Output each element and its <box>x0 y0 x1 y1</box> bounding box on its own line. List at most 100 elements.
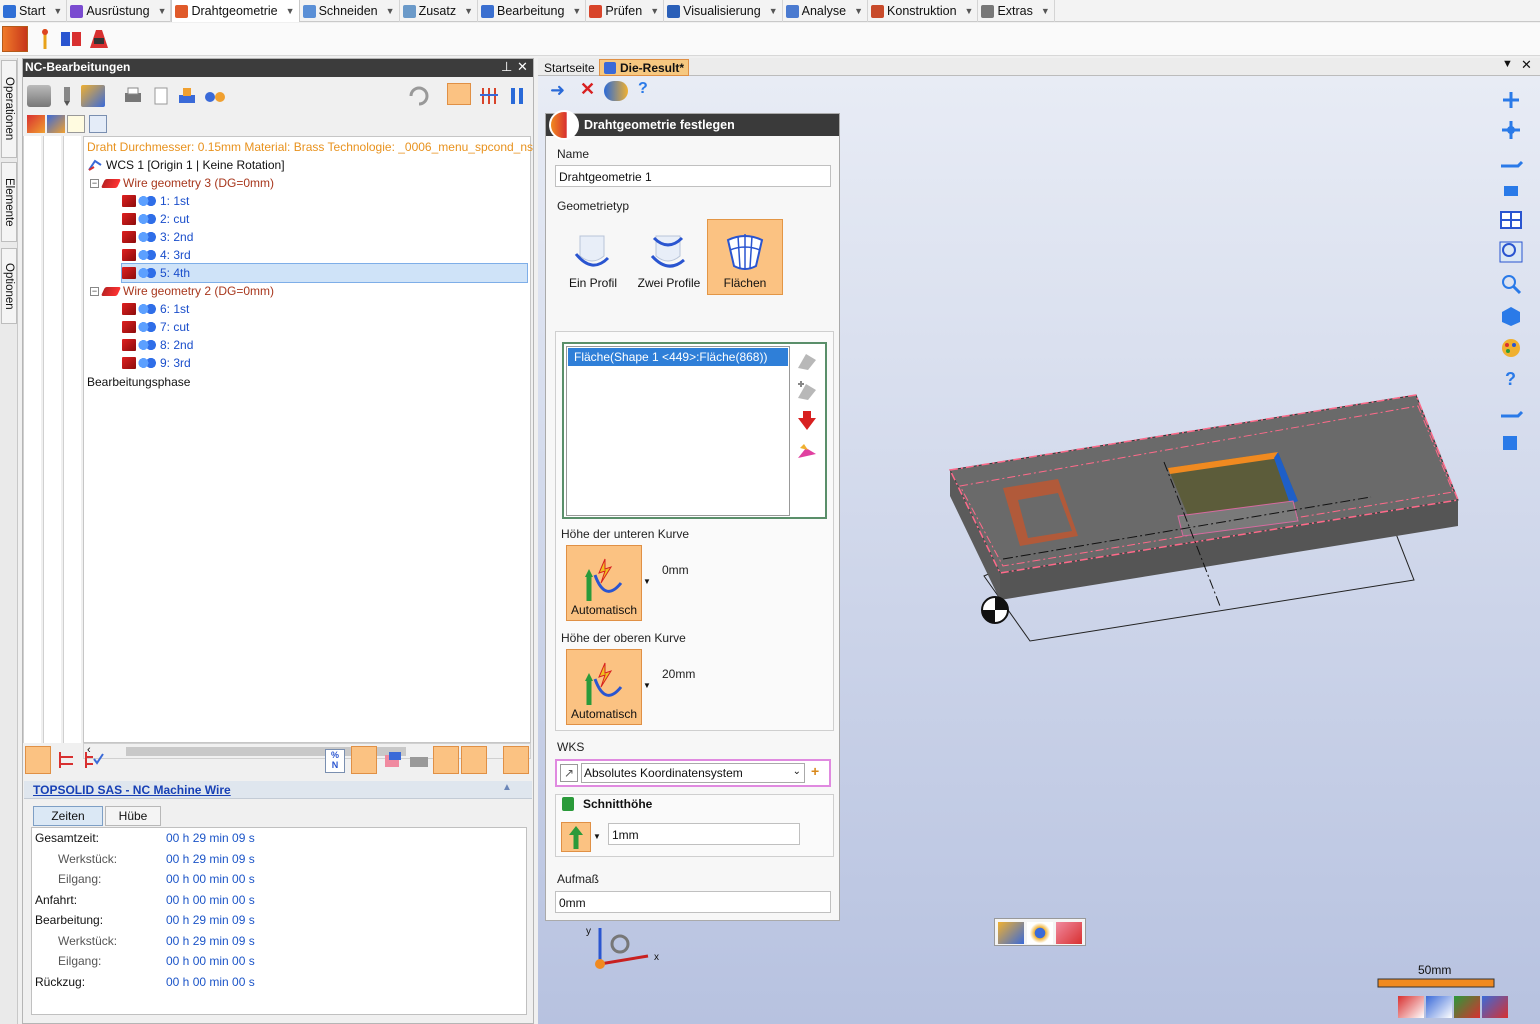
chevron-down-icon[interactable]: ▼ <box>464 6 473 16</box>
allowance-input[interactable]: 0mm <box>555 891 831 913</box>
tree-wcs-node[interactable]: WCS 1 [Origin 1 | Keine Rotation] <box>87 156 285 174</box>
add-point-icon[interactable] <box>1498 88 1524 112</box>
zoom-icon[interactable] <box>1498 272 1524 296</box>
select-face-icon[interactable] <box>794 348 820 374</box>
snapshot-icon[interactable] <box>1398 996 1424 1018</box>
upper-curve-dropdown-icon[interactable]: ▼ <box>643 681 651 690</box>
machine-icon[interactable] <box>27 85 51 107</box>
tab-startseite[interactable]: Startseite <box>540 59 600 76</box>
face-magic-icon[interactable] <box>794 440 820 466</box>
binocular-view-icon[interactable] <box>1426 996 1452 1018</box>
tree-operation-node[interactable]: 8: 2nd <box>122 336 193 354</box>
list-icon[interactable] <box>67 115 85 133</box>
help-icon[interactable]: ? <box>1498 366 1524 390</box>
chevron-down-icon[interactable]: ▼ <box>965 6 974 16</box>
percent-icon[interactable]: % N <box>325 749 345 773</box>
layout-icon[interactable] <box>1498 208 1524 232</box>
ribbon-tab-prüfen[interactable]: Prüfen ▼ <box>586 0 665 22</box>
chevron-down-icon[interactable]: ▼ <box>572 6 581 16</box>
pin-icon[interactable]: ⊥ <box>501 59 512 75</box>
tree-operation-node[interactable]: 2: cut <box>122 210 189 228</box>
side-tab-optionen[interactable]: Optionen <box>1 248 17 324</box>
chevron-down-icon[interactable]: ▼ <box>769 6 778 16</box>
simulation-icon[interactable] <box>203 85 227 107</box>
ok-arrow-icon[interactable]: ➜ <box>550 80 565 101</box>
ribbon-tab-analyse[interactable]: Analyse ▼ <box>783 0 869 22</box>
collapse-icon[interactable]: − <box>90 286 99 296</box>
display-path-icon[interactable] <box>351 746 377 774</box>
add-wks-icon[interactable]: + <box>811 763 819 779</box>
wire-geometry-icon[interactable] <box>2 26 28 52</box>
chevron-down-icon[interactable]: ▼ <box>650 6 659 16</box>
view-mode-shaded-icon[interactable] <box>998 922 1024 944</box>
close-icon[interactable]: ✕ <box>517 59 528 75</box>
apply-icon[interactable] <box>604 81 628 101</box>
ribbon-tab-konstruktion[interactable]: Konstruktion ▼ <box>868 0 979 22</box>
part-icon[interactable] <box>407 749 431 771</box>
wire-path-icon[interactable] <box>461 746 487 774</box>
tab-list-icon[interactable]: ▼ <box>1502 58 1513 70</box>
align-icon[interactable] <box>1498 148 1524 172</box>
side-tab-operationen[interactable]: Operationen <box>1 60 17 158</box>
cut-height-input[interactable]: 1mm <box>608 823 800 845</box>
remove-face-icon[interactable] <box>794 408 820 434</box>
move-icon[interactable] <box>1498 118 1524 142</box>
tree-collapse-icon[interactable] <box>55 749 79 771</box>
chevron-down-icon[interactable]: ▼ <box>53 6 62 16</box>
name-input[interactable]: Drahtgeometrie 1 <box>555 165 831 187</box>
cut-height-mode-button[interactable] <box>561 822 591 852</box>
chevron-down-icon[interactable]: ▼ <box>386 6 395 16</box>
view-mode-section-icon[interactable] <box>1056 922 1082 944</box>
tree-check-icon[interactable] <box>81 749 105 771</box>
tree-operation-node[interactable]: 4: 3rd <box>122 246 191 264</box>
chevron-down-icon[interactable]: ▼ <box>286 6 295 16</box>
chevron-down-icon[interactable]: ▼ <box>158 6 167 16</box>
operation-group-icon[interactable] <box>47 115 65 133</box>
wire-taper-icon[interactable] <box>86 26 112 52</box>
order-icon[interactable] <box>505 85 529 107</box>
operation-tree-view-icon[interactable] <box>25 746 51 774</box>
ribbon-tab-visualisierung[interactable]: Visualisierung ▼ <box>664 0 783 22</box>
tree-operation-node[interactable]: 7: cut <box>122 318 189 336</box>
cancel-icon[interactable]: ✕ <box>580 79 595 100</box>
tree-operation-node[interactable]: 1: 1st <box>122 192 189 210</box>
collapse-icon[interactable]: − <box>90 178 99 188</box>
wks-pick-icon[interactable]: ↗ <box>560 764 578 782</box>
dialog-help-icon[interactable]: ? <box>638 80 648 98</box>
tree-operation-node[interactable]: 3: 2nd <box>122 228 193 246</box>
geotype-faces[interactable]: Flächen <box>707 219 783 295</box>
tree-operation-node[interactable]: 9: 3rd <box>122 354 191 372</box>
face-list-item[interactable]: Fläche(Shape 1 <449>:Fläche(868)) <box>568 348 788 366</box>
section-plane-icon[interactable] <box>1498 400 1524 424</box>
operations-view-icon[interactable] <box>447 83 471 105</box>
geotype-one-profile[interactable]: Ein Profil <box>555 219 631 295</box>
chevron-down-icon[interactable]: ▼ <box>854 6 863 16</box>
chevron-down-icon[interactable]: ▼ <box>1041 6 1050 16</box>
geotype-two-profiles[interactable]: Zwei Profile <box>631 219 707 295</box>
collapse-icon[interactable]: ▲ <box>502 782 512 793</box>
tree-wire-geometry-node[interactable]: − Wire geometry 3 (DG=0mm) <box>90 174 274 192</box>
document-icon[interactable] <box>149 85 173 107</box>
toolpath-icon[interactable] <box>433 746 459 774</box>
ribbon-tab-drahtgeometrie[interactable]: Drahtgeometrie ▼ <box>171 0 300 22</box>
view-cube-icon[interactable] <box>1498 304 1524 328</box>
tool-icon[interactable] <box>55 85 79 107</box>
ribbon-tab-ausrüstung[interactable]: Ausrüstung ▼ <box>67 0 172 22</box>
tab-huebe[interactable]: Hübe <box>105 806 161 826</box>
machine-link[interactable]: TOPSOLID SAS - NC Machine Wire <box>33 783 231 797</box>
refresh-icon[interactable] <box>407 85 431 107</box>
palette-icon[interactable] <box>1498 336 1524 360</box>
machine-report-icon[interactable] <box>175 85 199 107</box>
tree-phase-node[interactable]: Bearbeitungsphase <box>87 373 190 391</box>
fixture-icon[interactable] <box>81 85 105 107</box>
ribbon-tab-schneiden[interactable]: Schneiden ▼ <box>300 0 400 22</box>
face-list[interactable]: Fläche(Shape 1 <449>:Fläche(868)) <box>566 346 790 516</box>
upper-curve-automatic-button[interactable]: Automatisch <box>566 649 642 725</box>
settings-list-icon[interactable] <box>89 115 107 133</box>
tree-operation-node[interactable]: 6: 1st <box>122 300 189 318</box>
operation-icon[interactable] <box>27 115 45 133</box>
ribbon-tab-extras[interactable]: Extras ▼ <box>978 0 1055 22</box>
wks-selector[interactable]: ↗ Absolutes Koordinatensystem ⌄ + <box>555 759 831 787</box>
tree-wire-geometry-node[interactable]: − Wire geometry 2 (DG=0mm) <box>90 282 274 300</box>
stock-icon[interactable] <box>381 749 405 771</box>
